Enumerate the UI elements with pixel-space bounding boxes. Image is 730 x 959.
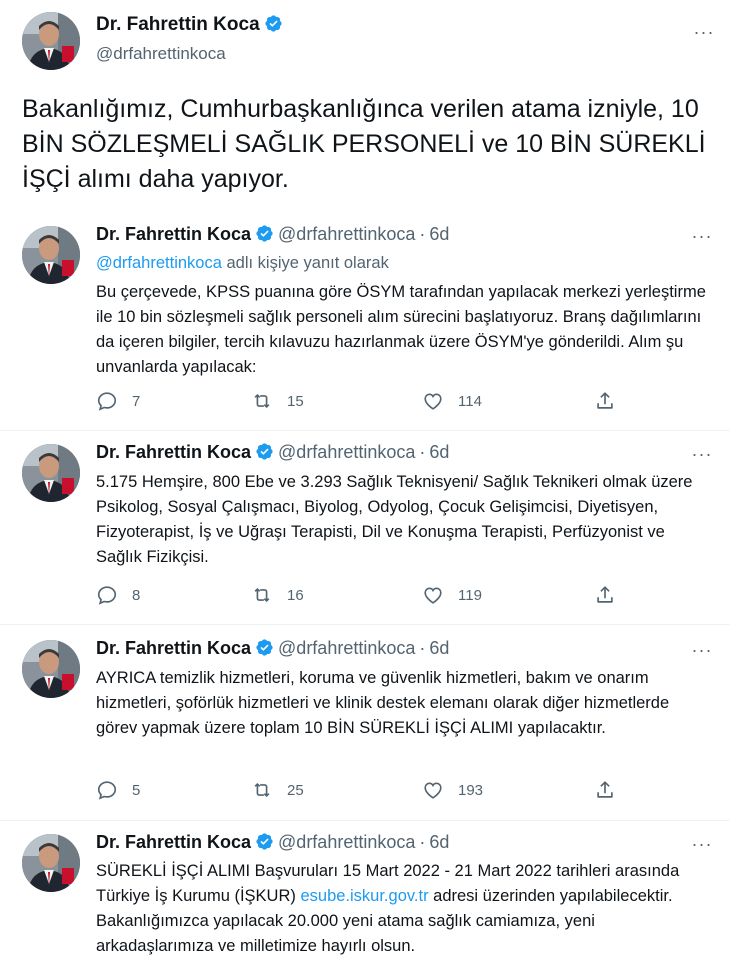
reply-context-text: adlı kişiye yanıt olarak (221, 254, 389, 272)
reply-bubble-icon (96, 584, 118, 606)
share-icon (594, 584, 616, 606)
tweet-text: AYRICA temizlik hizmetleri, koruma ve gü… (96, 669, 670, 737)
author-name[interactable]: Dr. Fahrettin Koca (96, 14, 260, 35)
avatar[interactable] (22, 226, 80, 284)
divider (0, 820, 730, 821)
separator-dot: · (419, 224, 426, 244)
avatar[interactable] (22, 640, 80, 698)
author-name[interactable]: Dr. Fahrettin Koca (96, 442, 251, 462)
avatar[interactable] (22, 12, 80, 70)
reply-bubble-icon (96, 779, 118, 801)
author-name[interactable]: Dr. Fahrettin Koca (96, 224, 251, 244)
reply-tweet[interactable]: Dr. Fahrettin Koca @drfahrettinkoca · 6d ··… (0, 224, 730, 419)
divider (0, 430, 730, 431)
author-handle[interactable]: @drfahrettinkoca (96, 44, 226, 64)
tweet-text: 5.175 Hemşire, 800 Ebe ve 3.293 Sağlık T… (96, 473, 693, 566)
timestamp[interactable]: 6d (429, 832, 449, 852)
like-button[interactable]: 193 (422, 779, 483, 801)
reply-header: Dr. Fahrettin Koca @drfahrettinkoca · 6d (96, 832, 449, 853)
retweet-icon (251, 779, 273, 801)
action-bar: 5 25 193 (96, 779, 656, 803)
separator-dot: · (419, 442, 426, 462)
divider (0, 624, 730, 625)
heart-icon (422, 584, 444, 606)
reply-count: 7 (132, 392, 141, 410)
timestamp[interactable]: 6d (429, 442, 449, 462)
author-handle[interactable]: @drfahrettinkoca (278, 442, 415, 462)
author-handle[interactable]: @drfahrettinkoca (278, 224, 415, 244)
reply-button[interactable]: 8 (96, 584, 140, 606)
avatar[interactable] (22, 444, 80, 502)
retweet-icon (251, 584, 273, 606)
mention-link[interactable]: @drfahrettinkoca (96, 254, 222, 272)
verified-badge-icon (255, 638, 274, 657)
author-name[interactable]: Dr. Fahrettin Koca (96, 832, 251, 852)
like-count: 119 (458, 586, 482, 604)
verified-badge-icon (255, 832, 274, 851)
heart-icon (422, 779, 444, 801)
reply-tweet[interactable]: Dr. Fahrettin Koca @drfahrettinkoca · 6d ··… (0, 638, 730, 808)
reply-header: Dr. Fahrettin Koca @drfahrettinkoca · 6d (96, 638, 449, 659)
more-options-icon[interactable]: ··· (692, 22, 716, 42)
share-button[interactable] (594, 584, 630, 606)
tweet-text: SÜREKLİ İŞÇİ ALIMI Başvuruları 15 Mart 2… (96, 859, 711, 959)
share-button[interactable] (594, 779, 630, 801)
retweet-count: 25 (287, 781, 304, 799)
reply-button[interactable]: 5 (96, 779, 140, 801)
reply-tweet[interactable]: Dr. Fahrettin Koca @drfahrettinkoca · 6d ··… (0, 832, 730, 955)
more-options-icon[interactable]: ··· (690, 226, 714, 246)
tweet-text: Bakanlığımız, Cumhurbaşkanlığınca verile… (22, 95, 706, 193)
reply-header: Dr. Fahrettin Koca @drfahrettinkoca · 6d (96, 224, 449, 245)
verified-badge-icon (255, 224, 274, 243)
author-handle[interactable]: @drfahrettinkoca (278, 832, 415, 852)
reply-count: 5 (132, 781, 141, 799)
like-count: 193 (458, 781, 484, 799)
reply-button[interactable]: 7 (96, 390, 140, 412)
share-icon (594, 779, 616, 801)
author-name[interactable]: Dr. Fahrettin Koca (96, 638, 251, 658)
retweet-icon (251, 390, 273, 412)
reply-bubble-icon (96, 390, 118, 412)
more-options-icon[interactable]: ··· (690, 444, 714, 464)
author-header: Dr. Fahrettin Koca (96, 14, 283, 36)
separator-dot: · (419, 638, 426, 658)
verified-badge-icon (264, 14, 283, 33)
retweet-button[interactable]: 15 (251, 390, 304, 412)
separator-dot: · (419, 832, 426, 852)
action-bar: 7 15 114 (96, 390, 656, 414)
heart-icon (422, 390, 444, 412)
url-link[interactable]: esube.iskur.gov.tr (300, 887, 428, 905)
more-options-icon[interactable]: ··· (690, 834, 714, 854)
like-count: 114 (458, 392, 482, 410)
retweet-button[interactable]: 25 (251, 779, 304, 801)
timestamp[interactable]: 6d (429, 224, 449, 244)
tweet-text: Bu çerçevede, KPSS puanına göre ÖSYM tar… (96, 283, 706, 376)
more-options-icon[interactable]: ··· (690, 640, 714, 660)
reply-count: 8 (132, 586, 141, 604)
like-button[interactable]: 119 (422, 584, 482, 606)
share-icon (594, 390, 616, 412)
retweet-button[interactable]: 16 (251, 584, 304, 606)
retweet-count: 16 (287, 586, 304, 604)
reply-tweet[interactable]: Dr. Fahrettin Koca @drfahrettinkoca · 6d ··… (0, 442, 730, 612)
retweet-count: 15 (287, 392, 304, 410)
action-bar: 8 16 119 (96, 584, 656, 608)
reply-header: Dr. Fahrettin Koca @drfahrettinkoca · 6d (96, 442, 449, 463)
like-button[interactable]: 114 (422, 390, 482, 412)
reply-context: @drfahrettinkoca adlı kişiye yanıt olara… (96, 254, 389, 273)
share-button[interactable] (594, 390, 630, 412)
avatar[interactable] (22, 834, 80, 892)
author-handle[interactable]: @drfahrettinkoca (278, 638, 415, 658)
timestamp[interactable]: 6d (429, 638, 449, 658)
verified-badge-icon (255, 442, 274, 461)
